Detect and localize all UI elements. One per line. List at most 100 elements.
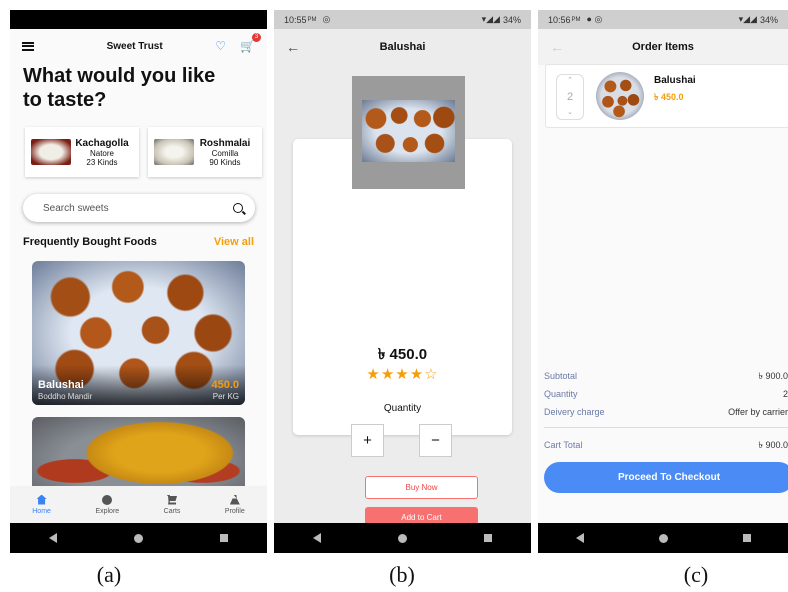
recents-nav-icon[interactable] [742,534,751,542]
search-input[interactable]: Search sweets [23,194,255,222]
nav-label: Profile [224,507,245,515]
nav-label: Explore [95,507,120,515]
product-image-frame [352,76,465,189]
item-price: ৳ 450.0 [654,92,684,102]
app-bar: Sweet Trust ♡ 🛒 3 [10,29,267,63]
recents-nav-icon[interactable] [220,534,229,542]
status-bar [10,10,267,29]
food-shop: Boddho Mandir [38,392,93,401]
back-nav-icon[interactable] [575,533,584,543]
home-screen: Sweet Trust ♡ 🛒 3 What would you like to … [10,10,267,553]
bottom-nav: Home Explore Carts Profile [10,486,267,523]
explore-icon [102,494,113,505]
caption-c: (c) [683,562,709,587]
notification-icon: ◎ [322,14,331,24]
bell-icon[interactable]: ♡ [215,39,226,53]
signal-icon: ▾◢◢ [481,14,500,24]
app-title: Sweet Trust [106,40,163,52]
view-all-link[interactable]: View all [214,236,254,248]
category-kinds: 23 Kinds [86,157,118,167]
home-nav-icon[interactable] [133,533,143,543]
menu-icon[interactable] [22,41,34,51]
cart-total-row: Cart Total ৳ 900.0 [544,439,788,451]
status-time: 10:56 [548,14,571,25]
item-name: Balushai [654,75,696,86]
star-filled-icon: ★ [395,366,410,383]
page-title: Order Items [632,41,694,53]
order-item-card: ⌃ 2 ⌄ Balushai ৳ 450.0 [545,64,788,128]
search-icon[interactable] [233,203,243,213]
food-name: Balushai [38,379,84,391]
category-image [31,139,71,165]
category-image [154,139,194,165]
nav-label: Home [32,507,51,515]
home-nav-icon[interactable] [658,533,668,543]
buy-now-button[interactable]: Buy Now [365,476,478,499]
product-screen: 10:55 PM ◎ ▾◢◢ 34% ← Balushai ৳ 450.0 ★★★… [274,10,531,553]
star-filled-icon: ★ [366,366,381,383]
cart-badge: 3 [252,33,261,42]
order-summary: Subtotal ৳ 900.0 Quantity 2 Deivery charge… [544,367,788,454]
star-filled-icon: ★ [409,366,425,383]
star-rating[interactable]: ★★★★☆ [293,365,512,383]
summary-row: Subtotal ৳ 900.0 [544,370,788,382]
battery-level: 34% [759,14,778,25]
home-icon [36,494,47,505]
category-card[interactable]: Roshmalai Comilla 90 Kinds [148,127,262,177]
quantity-label: Quantity [383,403,422,414]
system-nav-bar [10,523,267,553]
nav-home[interactable]: Home [32,494,51,515]
nav-label: Carts [163,507,181,515]
divider [544,427,788,428]
system-nav-bar [538,523,788,553]
category-kinds: 90 Kinds [209,157,241,167]
category-card[interactable]: Kachagolla Natore 23 Kinds [25,127,139,177]
summary-row: Deivery charge Offer by carrier [544,407,788,417]
back-arrow-icon[interactable]: ← [286,39,300,55]
category-origin: Comilla [211,148,239,158]
star-filled-icon: ★ [380,366,396,383]
back-nav-icon[interactable] [312,533,321,543]
nav-explore[interactable]: Explore [95,494,120,515]
status-time: 10:55 [284,14,307,25]
star-empty-icon: ☆ [424,366,439,383]
checkout-button[interactable]: Proceed To Checkout [544,462,788,493]
quantity-stepper[interactable]: ⌃ 2 ⌄ [556,74,584,120]
page-title: Balushai [379,41,426,53]
chevron-down-icon[interactable]: ⌄ [557,109,583,117]
caption-a: (a) [96,562,122,587]
order-screen: 10:56 PM ● ◎ ▾◢◢ 34% ← Order Items ⌃ 2 ⌄ … [538,10,788,553]
featured-food-card[interactable]: Balushai Boddho Mandir 450.0 Per KG [32,261,245,405]
page-heading: What would you like to taste? [23,65,216,111]
chevron-up-icon[interactable]: ⌃ [557,77,583,85]
home-nav-icon[interactable] [397,533,407,543]
item-quantity: 2 [566,91,574,103]
system-nav-bar [274,523,531,553]
status-bar: 10:56 PM ● ◎ ▾◢◢ 34% [538,10,788,29]
category-list: Kachagolla Natore 23 Kinds Roshmalai Com… [25,127,262,177]
nav-carts[interactable]: Carts [163,494,181,515]
section-title: Frequently Bought Foods [23,236,157,248]
cart-icon[interactable]: 🛒 3 [240,33,261,53]
product-image [362,100,455,162]
recents-nav-icon[interactable] [484,534,493,542]
app-bar: ← Balushai [274,29,531,65]
category-name: Roshmalai [199,137,251,149]
battery-level: 34% [502,14,521,25]
nav-profile[interactable]: Profile [224,494,245,515]
decrement-button[interactable]: − [419,424,452,457]
signal-icon: ▾◢◢ [738,14,757,24]
category-name: Kachagolla [75,137,129,149]
food-price: 450.0 [211,379,239,391]
cart-icon [167,494,178,505]
caption-b: (b) [389,562,415,587]
item-thumbnail [596,72,644,120]
app-bar: ← Order Items [538,29,788,65]
back-arrow-icon[interactable]: ← [550,39,564,55]
food-unit: Per KG [212,392,239,401]
summary-row: Quantity 2 [544,389,788,399]
status-bar: 10:55 PM ◎ ▾◢◢ 34% [274,10,531,29]
back-nav-icon[interactable] [48,533,57,543]
increment-button[interactable]: + [351,424,384,457]
profile-icon [229,494,240,505]
